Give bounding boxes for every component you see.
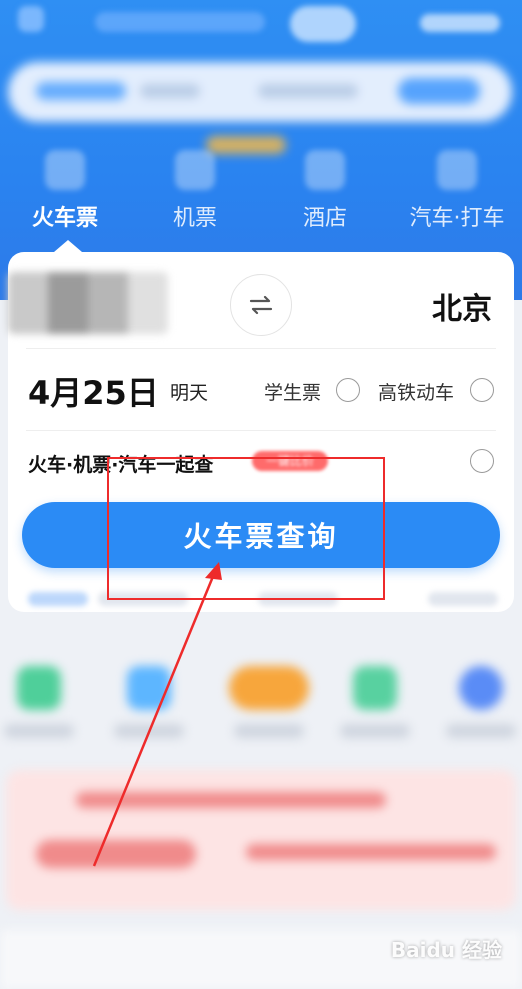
student-ticket-label: 学生票 <box>264 382 322 404</box>
search-chip <box>140 84 200 98</box>
high-speed-label: 高铁动车 <box>378 382 455 404</box>
high-speed-radio[interactable] <box>470 378 494 402</box>
search-chip <box>258 84 358 98</box>
service-item[interactable] <box>330 666 420 738</box>
train-icon <box>45 150 85 190</box>
departure-city[interactable] <box>8 272 168 334</box>
header-right-text[interactable] <box>420 14 500 32</box>
promo-chip <box>28 592 88 606</box>
arrival-city[interactable]: 北京 <box>432 284 492 328</box>
tab-label: 汽车·打车 <box>409 206 505 231</box>
combo-search-radio[interactable] <box>470 449 494 473</box>
service-label <box>446 724 516 738</box>
banner-line <box>246 844 496 860</box>
divider <box>26 348 496 349</box>
bus-icon <box>437 150 477 190</box>
service-icon <box>353 666 397 710</box>
header-pill-button[interactable] <box>290 6 356 42</box>
annotation-highlight-box <box>107 457 385 600</box>
service-icon <box>17 666 61 710</box>
tab-label: 机票 <box>172 206 217 231</box>
swap-arrows-icon <box>249 295 273 315</box>
service-label <box>234 724 304 738</box>
departure-day: 明天 <box>170 382 209 404</box>
service-icon <box>459 666 503 710</box>
watermark: Baidu 经验 <box>390 938 502 962</box>
banner-line <box>76 792 386 808</box>
student-ticket-radio[interactable] <box>336 378 360 402</box>
service-item[interactable] <box>436 666 522 738</box>
service-item[interactable] <box>224 666 314 738</box>
tab-flights[interactable]: 机票 <box>140 150 250 240</box>
banner-line <box>36 840 196 868</box>
service-label <box>114 724 184 738</box>
back-icon[interactable] <box>18 6 44 32</box>
divider <box>26 430 496 431</box>
active-tab-indicator <box>54 240 82 252</box>
tab-hotels[interactable]: 酒店 <box>270 150 380 240</box>
header-blurred-text <box>95 12 265 32</box>
search-submit-button[interactable] <box>398 78 480 104</box>
tab-bus-taxi[interactable]: 汽车·打车 <box>402 150 512 240</box>
departure-date[interactable]: 4月25日 <box>28 368 159 414</box>
search-chip <box>36 82 126 100</box>
plane-icon <box>175 150 215 190</box>
swap-button[interactable] <box>230 274 292 336</box>
service-icon <box>127 666 171 710</box>
service-icon <box>229 666 309 710</box>
global-search-bar[interactable] <box>8 62 512 122</box>
status-bar <box>0 0 522 50</box>
service-label <box>4 724 74 738</box>
tab-train-tickets[interactable]: 火车票 <box>10 150 120 240</box>
service-label <box>340 724 410 738</box>
promo-chip <box>428 592 498 606</box>
hotel-icon <box>305 150 345 190</box>
service-item[interactable] <box>0 666 84 738</box>
tab-label: 酒店 <box>302 206 347 231</box>
service-item[interactable] <box>104 666 194 738</box>
tab-label: 火车票 <box>31 206 98 231</box>
promo-banner[interactable] <box>6 770 516 910</box>
